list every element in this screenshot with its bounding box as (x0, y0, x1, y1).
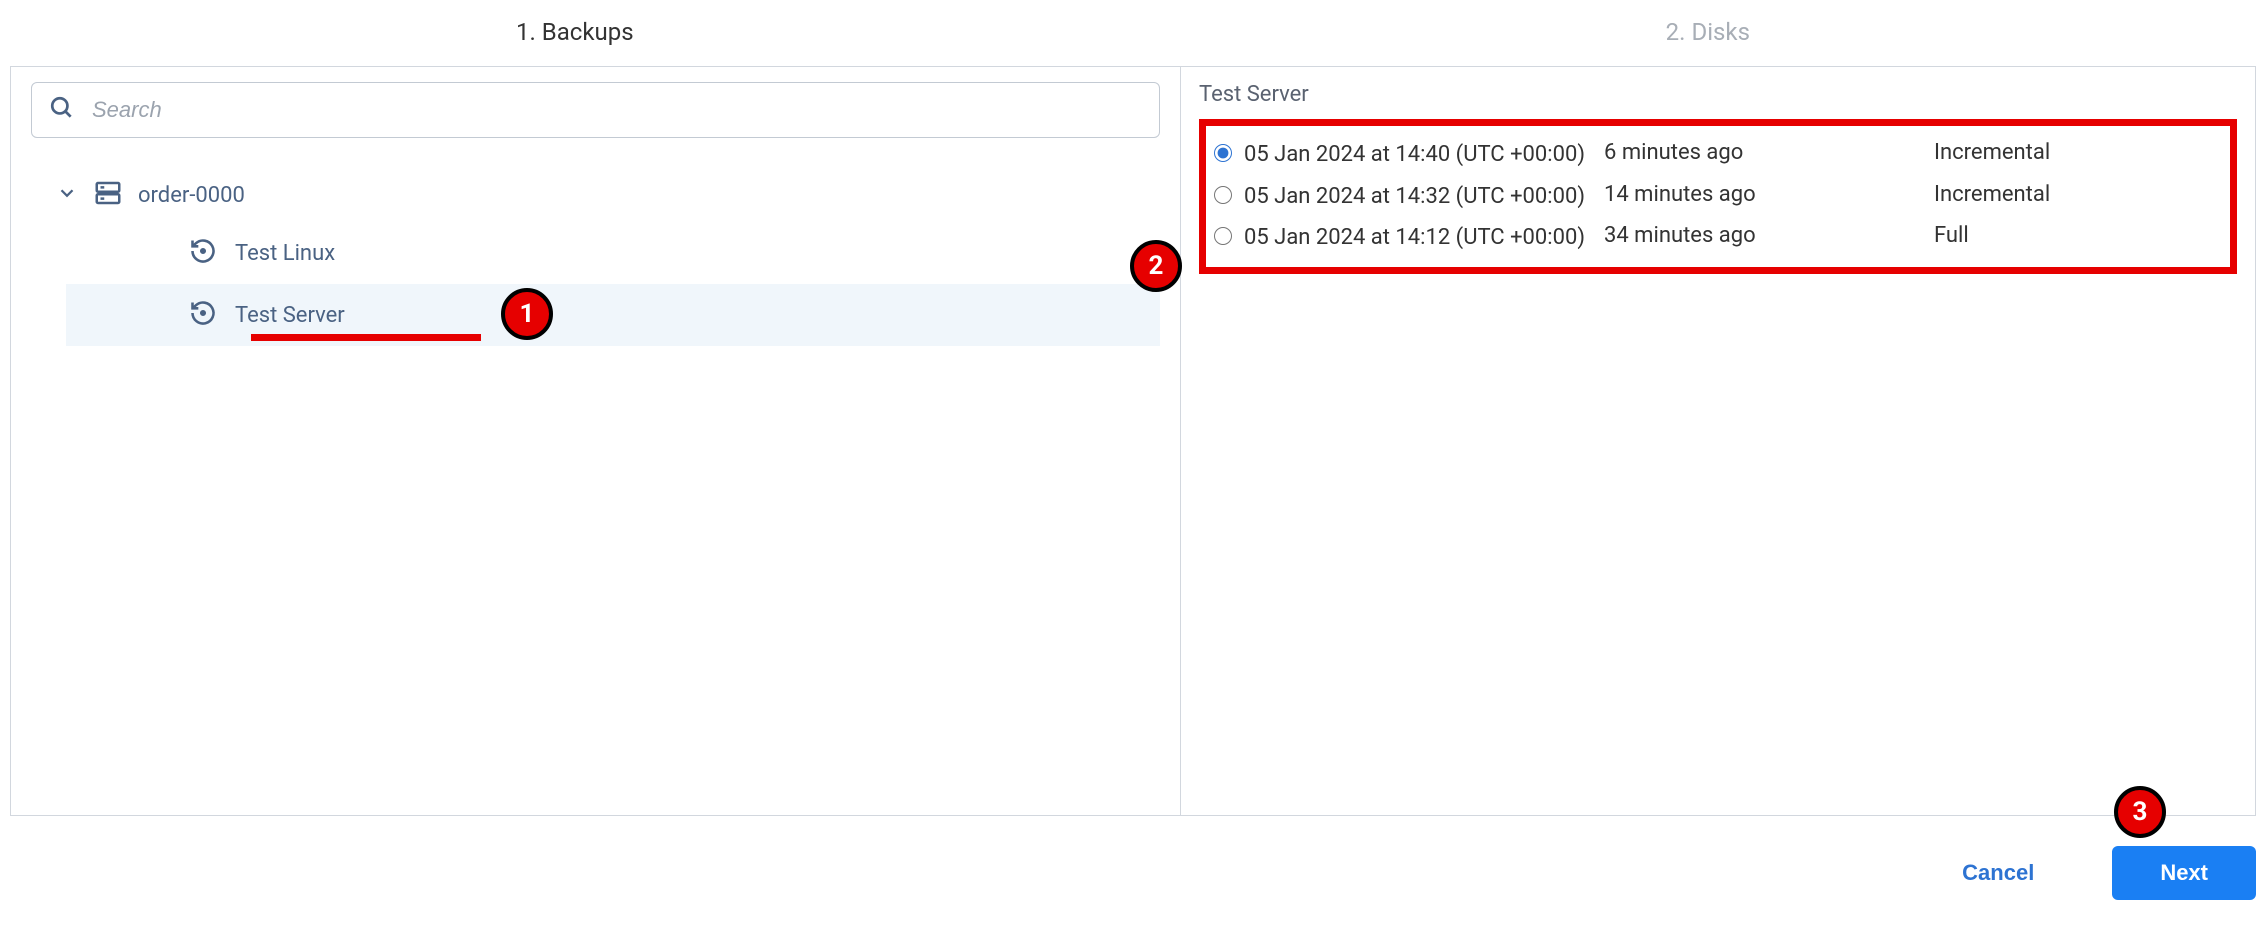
next-button[interactable]: Next (2112, 846, 2256, 900)
radio-col (1214, 182, 1244, 208)
radio-col (1214, 223, 1244, 249)
left-pane: order-0000 Test Linux (11, 67, 1181, 815)
tree-leaf-test-server[interactable]: Test Server 1 (66, 284, 1160, 346)
radio-col (1214, 140, 1244, 166)
wizard-steps: 1. Backups 2. Disks (0, 0, 2266, 66)
backup-row[interactable]: 05 Jan 2024 at 14:12 (UTC +00:00) 34 min… (1214, 217, 2218, 259)
backup-tree: order-0000 Test Linux (31, 168, 1160, 346)
backup-datetime: 05 Jan 2024 at 14:32 (UTC +00:00) (1244, 182, 1604, 212)
restore-icon (189, 237, 217, 269)
wizard-step-disks[interactable]: 2. Disks (1666, 18, 1750, 46)
backup-row[interactable]: 05 Jan 2024 at 14:32 (UTC +00:00) 14 min… (1214, 176, 2218, 218)
footer: 3 Cancel Next (0, 816, 2266, 930)
backup-type: Incremental (1934, 182, 2050, 207)
annotation-badge-3: 3 (2114, 786, 2166, 838)
annotation-badge-2: 2 (1130, 240, 1182, 292)
wizard-step-backups[interactable]: 1. Backups (516, 18, 634, 46)
backup-relative: 34 minutes ago (1604, 223, 1934, 248)
chevron-down-icon (56, 182, 78, 208)
tree-leaf-label: Test Server (235, 303, 345, 328)
backup-row[interactable]: 05 Jan 2024 at 14:40 (UTC +00:00) 6 minu… (1214, 134, 2218, 176)
search-wrapper (31, 82, 1160, 138)
details-title: Test Server (1199, 82, 2237, 107)
backup-relative: 14 minutes ago (1604, 182, 1934, 207)
annotation-underline (251, 334, 481, 341)
backup-datetime: 05 Jan 2024 at 14:40 (UTC +00:00) (1244, 140, 1604, 170)
backup-type: Incremental (1934, 140, 2050, 165)
search-icon (49, 95, 75, 125)
right-pane: Test Server 05 Jan 2024 at 14:40 (UTC +0… (1181, 67, 2255, 815)
tree-leaf-label: Test Linux (235, 241, 335, 266)
backup-datetime: 05 Jan 2024 at 14:12 (UTC +00:00) (1244, 223, 1604, 253)
backup-radio[interactable] (1214, 227, 1232, 245)
search-input[interactable] (31, 82, 1160, 138)
main-panel: order-0000 Test Linux (10, 66, 2256, 816)
backup-relative: 6 minutes ago (1604, 140, 1934, 165)
cancel-button[interactable]: Cancel (1924, 846, 2072, 900)
tree-leaf-test-linux[interactable]: Test Linux (66, 222, 1160, 284)
annotation-badge-1: 1 (501, 288, 553, 340)
backup-type: Full (1934, 223, 1969, 248)
backup-list-highlight: 05 Jan 2024 at 14:40 (UTC +00:00) 6 minu… (1199, 119, 2237, 274)
tree-root-label: order-0000 (138, 183, 245, 208)
backup-radio[interactable] (1214, 186, 1232, 204)
restore-icon (189, 299, 217, 331)
server-icon (93, 178, 123, 212)
backup-radio[interactable] (1214, 144, 1232, 162)
tree-root-node[interactable]: order-0000 (56, 168, 1160, 222)
tree-children: Test Linux Test Server 1 (56, 222, 1160, 346)
